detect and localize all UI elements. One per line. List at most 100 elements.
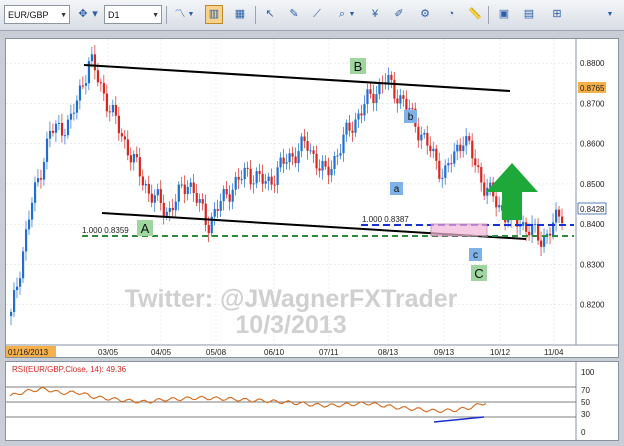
price-tick-label: 0.8500 bbox=[580, 180, 605, 189]
candle-body bbox=[156, 189, 159, 196]
candle-body bbox=[267, 176, 270, 182]
rsi-panel[interactable]: RSI(EUR/GBP,Close, 14): 49.36 100 70 50 30 0 bbox=[5, 361, 619, 441]
screenshot-icon[interactable]: ▣ bbox=[495, 5, 513, 24]
candle-body bbox=[144, 183, 147, 186]
candle-body bbox=[483, 182, 486, 196]
candle-body bbox=[10, 311, 13, 317]
date-axis-labels: 01/16/2013 03/05 04/05 05/08 06/10 07/11 08/13… bbox=[8, 348, 564, 357]
chevron-down-icon: ▼ bbox=[152, 12, 159, 19]
candle-body bbox=[396, 98, 399, 104]
candle-body bbox=[357, 113, 360, 120]
rsi-chart-svg[interactable]: RSI(EUR/GBP,Close, 14): 49.36 100 70 50 30 0 bbox=[6, 362, 618, 440]
chevron-down-icon[interactable]: ▼ bbox=[186, 5, 196, 24]
settings-icon[interactable]: ⚙ bbox=[416, 5, 434, 24]
candle-body bbox=[468, 136, 471, 141]
candle-body bbox=[321, 160, 324, 171]
price-tick-label: 0.8300 bbox=[580, 260, 605, 269]
candle-body bbox=[186, 186, 189, 195]
candle-body bbox=[261, 173, 264, 184]
candle-body bbox=[390, 74, 393, 80]
date-tick-label: 10/12 bbox=[490, 348, 511, 357]
ruler-icon[interactable]: 📏 bbox=[466, 5, 484, 24]
candle-body bbox=[117, 115, 120, 134]
shapes-icon[interactable]: ✐ bbox=[390, 5, 408, 24]
rsi-tick-label: 0 bbox=[581, 428, 586, 437]
candle-body bbox=[66, 119, 70, 136]
price-tick-label: 0.8800 bbox=[580, 59, 605, 68]
candle-body bbox=[456, 144, 459, 152]
chevron-down-icon: ▼ bbox=[60, 12, 67, 19]
wave-label-A: A bbox=[141, 221, 150, 236]
candle-body bbox=[168, 207, 171, 212]
candle-body bbox=[537, 224, 540, 241]
candle-body bbox=[315, 153, 318, 169]
candle-body bbox=[105, 93, 109, 112]
chevron-down-icon[interactable]: ▼ bbox=[604, 5, 616, 24]
candle-body bbox=[417, 126, 420, 141]
cursor-icon[interactable]: ↖ bbox=[261, 5, 279, 24]
candle-body bbox=[153, 195, 156, 203]
rsi-divergence-line[interactable] bbox=[433, 416, 485, 423]
candle-body bbox=[60, 122, 64, 136]
date-tick-label: 09/13 bbox=[434, 348, 455, 357]
candle-body bbox=[402, 95, 405, 99]
toolbar-divider bbox=[166, 6, 167, 24]
symbol-select[interactable]: EUR/GBP ▼ bbox=[4, 5, 70, 24]
date-tick-label: 03/05 bbox=[98, 348, 119, 357]
candle-body bbox=[480, 167, 483, 183]
candle-body bbox=[522, 222, 525, 226]
price-chart[interactable]: Twitter: @JWagnerFXTrader 10/3/2013 1.00… bbox=[5, 38, 619, 358]
price-chart-svg[interactable]: Twitter: @JWagnerFXTrader 10/3/2013 1.00… bbox=[6, 39, 618, 357]
text-icon[interactable]: ✎ bbox=[285, 5, 303, 24]
candle-body bbox=[99, 82, 103, 84]
candle-body bbox=[51, 130, 55, 133]
reversal-zone[interactable] bbox=[430, 223, 488, 237]
candle-body bbox=[240, 179, 243, 181]
candle-body bbox=[291, 153, 294, 157]
candle-body bbox=[141, 176, 144, 186]
candle-body bbox=[207, 224, 210, 234]
candle-body bbox=[171, 207, 174, 211]
candle-body bbox=[339, 153, 342, 156]
toolbar: EUR/GBP ▼ ✥ ▾ D1 ▼ 〽 ▼ ▥ ▦ ↖ ✎ ⟋ ⌕ ▼ ¥ ✐ ⚙… bbox=[0, 0, 624, 31]
candle-body bbox=[270, 176, 273, 185]
date-tick-label: 07/11 bbox=[319, 348, 339, 357]
candle-body bbox=[21, 251, 25, 279]
candle-body bbox=[330, 168, 333, 176]
wave-label-c: c bbox=[473, 250, 478, 261]
wave-label-B: B bbox=[354, 59, 363, 74]
candle-body bbox=[255, 171, 258, 184]
candle-body bbox=[243, 167, 246, 180]
upper-channel-line[interactable] bbox=[83, 64, 511, 92]
layout-icon[interactable]: ▤ bbox=[520, 5, 538, 24]
candle-body bbox=[237, 176, 240, 180]
candle-body bbox=[306, 141, 309, 151]
date-tick-label: 06/10 bbox=[264, 348, 285, 357]
candle-body bbox=[444, 165, 447, 178]
candle-body bbox=[282, 157, 285, 164]
trendline-icon[interactable]: ⟋ bbox=[308, 5, 326, 24]
timeframe-select[interactable]: D1 ▼ bbox=[104, 5, 162, 24]
candle-body bbox=[438, 160, 441, 179]
candle-body bbox=[129, 155, 132, 163]
bar-chart-icon[interactable]: ▥ bbox=[205, 5, 223, 24]
candle-body bbox=[135, 153, 138, 158]
candle-body bbox=[378, 82, 381, 95]
grid-icon[interactable]: ▦ bbox=[231, 5, 249, 24]
candle-body bbox=[189, 182, 192, 187]
indicators-icon[interactable]: ⊞ bbox=[548, 5, 566, 24]
chevron-down-icon[interactable]: ▼ bbox=[347, 5, 357, 24]
rsi-line bbox=[9, 386, 487, 414]
candle-body bbox=[219, 201, 222, 211]
candle-body bbox=[387, 74, 390, 83]
candle-body bbox=[93, 54, 97, 71]
candle-body bbox=[558, 209, 561, 217]
candle-body bbox=[318, 168, 321, 171]
candle-body bbox=[192, 182, 195, 194]
candle-body bbox=[12, 290, 16, 312]
help-icon[interactable]: ◔ bbox=[442, 5, 460, 24]
rsi-tick-label: 30 bbox=[581, 410, 590, 419]
current-price-label: 0.8428 bbox=[580, 205, 605, 214]
candles-icon[interactable]: ▾ bbox=[86, 5, 104, 24]
fibonacci-icon[interactable]: ¥ bbox=[366, 5, 384, 24]
